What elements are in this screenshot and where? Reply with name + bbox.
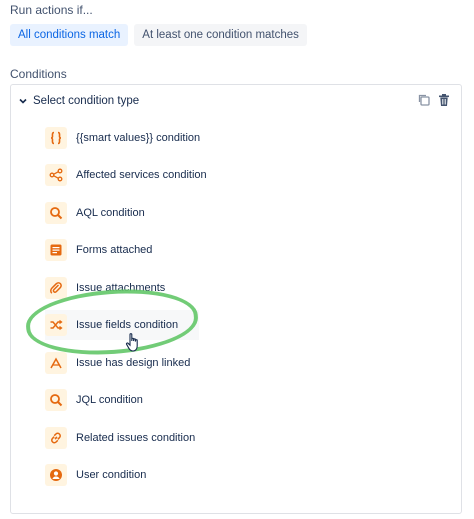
- braces-icon: [45, 127, 67, 149]
- condition-item-user[interactable]: User condition: [45, 460, 205, 490]
- paperclip-icon: [45, 277, 67, 299]
- search-icon: [45, 389, 67, 411]
- user-icon: [45, 464, 67, 486]
- form-icon: [45, 239, 67, 261]
- condition-item-label: Affected services condition: [76, 169, 207, 181]
- all-conditions-match-button[interactable]: All conditions match: [10, 24, 129, 46]
- link-icon: [45, 427, 67, 449]
- condition-item-issue-fields[interactable]: Issue fields condition: [45, 310, 199, 340]
- condition-item-design-linked[interactable]: Issue has design linked: [45, 348, 205, 378]
- condition-item-affected-services[interactable]: Affected services condition: [45, 160, 207, 190]
- chevron-down-icon: [19, 98, 27, 104]
- condition-item-label: JQL condition: [76, 394, 143, 406]
- condition-item-label: Issue attachments: [76, 282, 166, 294]
- condition-panel: Select condition type {{smart values}} c…: [10, 84, 462, 514]
- at-least-one-condition-button[interactable]: At least one condition matches: [134, 24, 307, 46]
- duplicate-icon[interactable]: [417, 93, 431, 107]
- select-condition-type-toggle[interactable]: Select condition type: [19, 95, 139, 107]
- conditions-section-label: Conditions: [10, 67, 67, 81]
- condition-item-forms-attached[interactable]: Forms attached: [45, 235, 205, 265]
- condition-item-label: Forms attached: [76, 244, 153, 256]
- condition-item-issue-attachments[interactable]: Issue attachments: [45, 273, 205, 303]
- condition-item-label: Related issues condition: [76, 432, 196, 444]
- condition-item-label: AQL condition: [76, 207, 145, 219]
- condition-item-label: Issue fields condition: [76, 319, 179, 331]
- match-toggle-group: All conditions match At least one condit…: [10, 24, 307, 46]
- run-actions-label: Run actions if...: [10, 3, 93, 17]
- services-icon: [45, 164, 67, 186]
- select-condition-type-label: Select condition type: [33, 95, 140, 107]
- condition-item-smart-values[interactable]: {{smart values}} condition: [45, 123, 205, 153]
- design-icon: [45, 352, 67, 374]
- condition-item-label: {{smart values}} condition: [76, 132, 201, 144]
- shuffle-icon: [45, 314, 67, 336]
- condition-item-jql[interactable]: JQL condition: [45, 385, 205, 415]
- trash-icon[interactable]: [437, 93, 451, 107]
- condition-item-label: Issue has design linked: [76, 357, 191, 369]
- condition-item-label: User condition: [76, 469, 147, 481]
- search-icon: [45, 202, 67, 224]
- condition-item-aql[interactable]: AQL condition: [45, 198, 205, 228]
- condition-item-related-issues[interactable]: Related issues condition: [45, 423, 205, 453]
